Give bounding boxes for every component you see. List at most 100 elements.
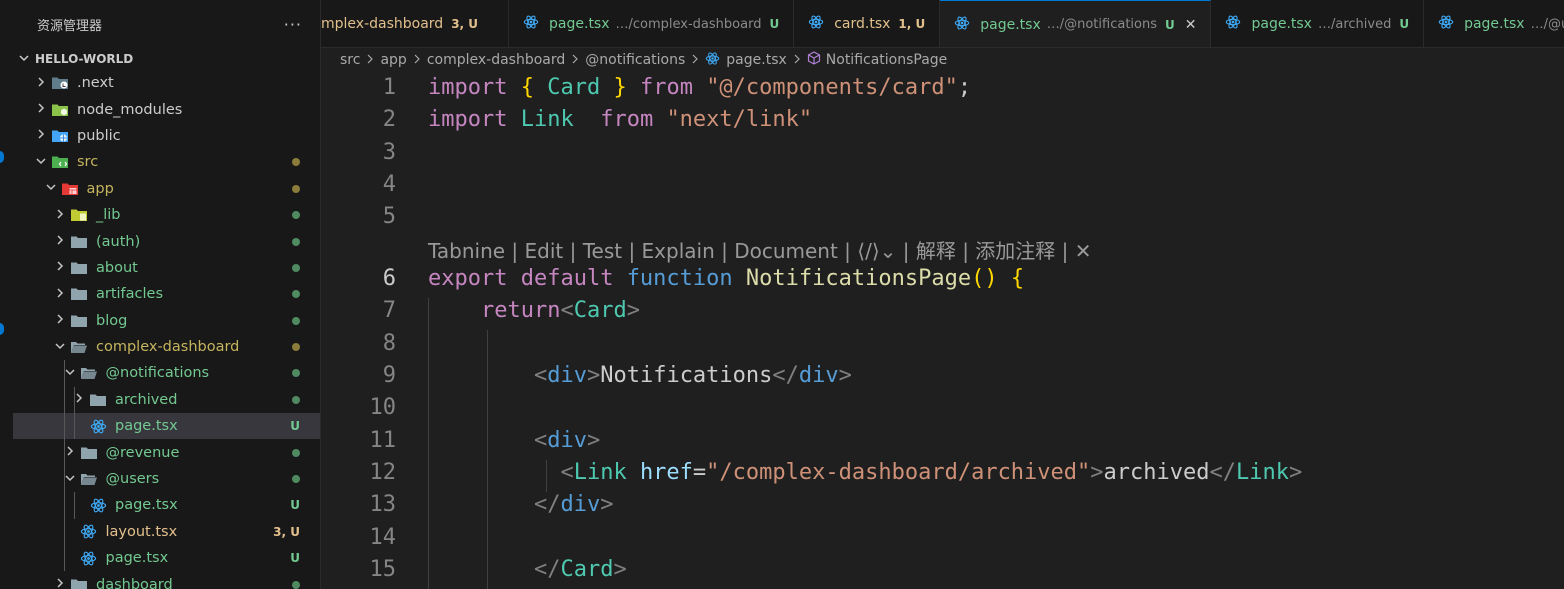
tree-item[interactable]: archived <box>13 386 320 414</box>
code-line[interactable]: </div> <box>428 492 614 517</box>
line-number: 9 <box>382 363 396 388</box>
git-status-dot <box>292 290 300 299</box>
tab-description: …/complex-dashboard <box>615 16 762 32</box>
git-status-dot <box>292 395 300 404</box>
chevron-right-icon <box>413 52 421 68</box>
indent-guide <box>64 465 65 493</box>
code-token: { <box>1010 266 1025 291</box>
tree-item[interactable]: layout.tsx 3, U <box>13 518 320 546</box>
editor-tab[interactable]: page.tsx …/archived U <box>1211 0 1425 47</box>
code-line[interactable]: return<Card> <box>428 298 640 323</box>
code-token: "next/link" <box>666 107 813 132</box>
chevron-right-icon <box>33 76 49 91</box>
tree-item-label: about <box>96 259 138 276</box>
editor-tab[interactable]: mplex-dashboard 3, U <box>321 0 510 47</box>
git-status-dot <box>292 237 300 246</box>
project-name: HELLO-WORLD <box>35 52 134 66</box>
tab-description: …/@users <box>1530 16 1564 32</box>
code-line[interactable]: <div> <box>428 428 600 453</box>
code-line[interactable]: </Card> <box>428 557 627 582</box>
tree-item[interactable]: public <box>13 123 320 149</box>
tree-item-label: dashboard <box>96 576 173 589</box>
tree-item[interactable]: blog <box>13 308 320 334</box>
line-number: 15 <box>369 557 397 582</box>
tab-status: U <box>1399 17 1410 31</box>
chevron-right-icon <box>366 52 374 68</box>
close-icon[interactable]: ✕ <box>1185 17 1197 33</box>
tree-item[interactable]: src <box>13 149 320 175</box>
file-tree: .next node_modulespublic src app _lib (auth) a… <box>13 70 320 589</box>
code-token: < <box>428 428 548 453</box>
folder-open-icon <box>80 472 98 486</box>
tab-label: card.tsx <box>834 16 891 32</box>
tree-item[interactable]: @revenue <box>13 439 320 466</box>
tree-item[interactable]: app <box>13 176 320 202</box>
editor-tab[interactable]: page.tsx …/complex-dashboard U <box>509 0 795 47</box>
tree-item[interactable]: dashboard <box>13 571 320 589</box>
react-icon <box>523 14 539 34</box>
tree-item-label: layout.tsx <box>105 523 178 540</box>
code-token: div <box>560 492 601 517</box>
code-line[interactable]: <Link href="/complex-dashboard/archived"… <box>428 460 1302 485</box>
tree-item[interactable]: @notifications <box>13 360 320 387</box>
react-icon <box>954 15 970 35</box>
breadcrumb-item[interactable]: NotificationsPage <box>826 52 948 68</box>
tab-bar: mplex-dashboard 3, U page.tsx …/complex-das… <box>321 0 1564 48</box>
tree-item[interactable]: @users <box>13 465 320 493</box>
tree-item[interactable]: complex-dashboard <box>13 334 320 360</box>
git-status-badge: U <box>290 551 300 566</box>
tree-item[interactable]: _lib <box>13 202 320 228</box>
git-status-dot <box>292 263 300 272</box>
chevron-right-icon <box>52 287 68 302</box>
editor-tab[interactable]: card.tsx 1, U <box>794 0 941 47</box>
code-token: div <box>547 363 587 388</box>
tree-item-label: _lib <box>96 207 121 224</box>
tree-item-label: app <box>86 180 114 197</box>
code-token: </ <box>428 557 561 582</box>
code-editor[interactable]: Tabnine | Edit | Test | Explain | Docume… <box>321 72 1564 589</box>
code-line[interactable]: export default function NotificationsPag… <box>428 266 1024 291</box>
breadcrumb-item[interactable]: page.tsx <box>726 52 786 68</box>
codelens-actions[interactable]: Tabnine | Edit | Test | Explain | Docume… <box>428 235 1092 264</box>
git-status-dot <box>292 475 300 484</box>
breadcrumb-item[interactable]: app <box>380 52 406 68</box>
line-number: 6 <box>382 266 396 291</box>
folder-icon <box>89 393 107 407</box>
code-token: Link <box>520 107 601 132</box>
chevron-down-icon <box>52 340 68 355</box>
breadcrumb-item[interactable]: complex-dashboard <box>427 52 565 68</box>
folder-open-icon <box>80 366 98 380</box>
code-line[interactable]: <div>Notifications</div> <box>428 363 852 388</box>
chevron-right-icon <box>691 52 699 68</box>
project-header[interactable]: HELLO-WORLD <box>13 48 320 70</box>
node-folder-icon <box>51 103 69 117</box>
tree-item[interactable]: about <box>13 255 320 281</box>
tree-item[interactable]: node_modules <box>13 96 320 122</box>
tree-item-label: node_modules <box>77 101 183 118</box>
tree-item-label: src <box>77 154 99 171</box>
folder-icon <box>70 287 88 301</box>
tree-item[interactable]: .next <box>13 70 320 96</box>
chevron-right-icon <box>33 128 49 143</box>
code-token: () <box>971 266 1011 291</box>
code-token: < <box>428 363 548 388</box>
editor-tab[interactable]: page.tsx …/@notifications U ✕ <box>940 0 1212 47</box>
chevron-right-icon <box>52 234 68 249</box>
editor-tab[interactable]: page.tsx…/@usersU <box>1424 0 1564 47</box>
editor-area: mplex-dashboard 3, U page.tsx …/complex-das… <box>321 0 1564 589</box>
breadcrumb-item[interactable]: src <box>340 52 360 68</box>
react-icon <box>1438 14 1454 34</box>
code-line[interactable]: import Link from "next/link" <box>428 107 812 132</box>
more-actions-icon[interactable]: ··· <box>284 15 302 34</box>
tree-item[interactable]: (auth) <box>13 228 320 254</box>
breadcrumb-item[interactable]: @notifications <box>585 52 685 68</box>
tab-description: …/archived <box>1317 16 1392 32</box>
lib-folder-icon <box>70 208 88 222</box>
tree-item[interactable]: page.tsx U <box>13 413 320 440</box>
line-number: 5 <box>382 204 396 229</box>
chevron-right-icon <box>52 577 68 589</box>
tree-item[interactable]: artifacles <box>13 281 320 307</box>
tree-item[interactable]: page.tsx U <box>13 545 320 572</box>
code-line[interactable]: import { Card } from "@/components/card"… <box>428 75 971 100</box>
tree-item[interactable]: page.tsx U <box>13 492 320 519</box>
